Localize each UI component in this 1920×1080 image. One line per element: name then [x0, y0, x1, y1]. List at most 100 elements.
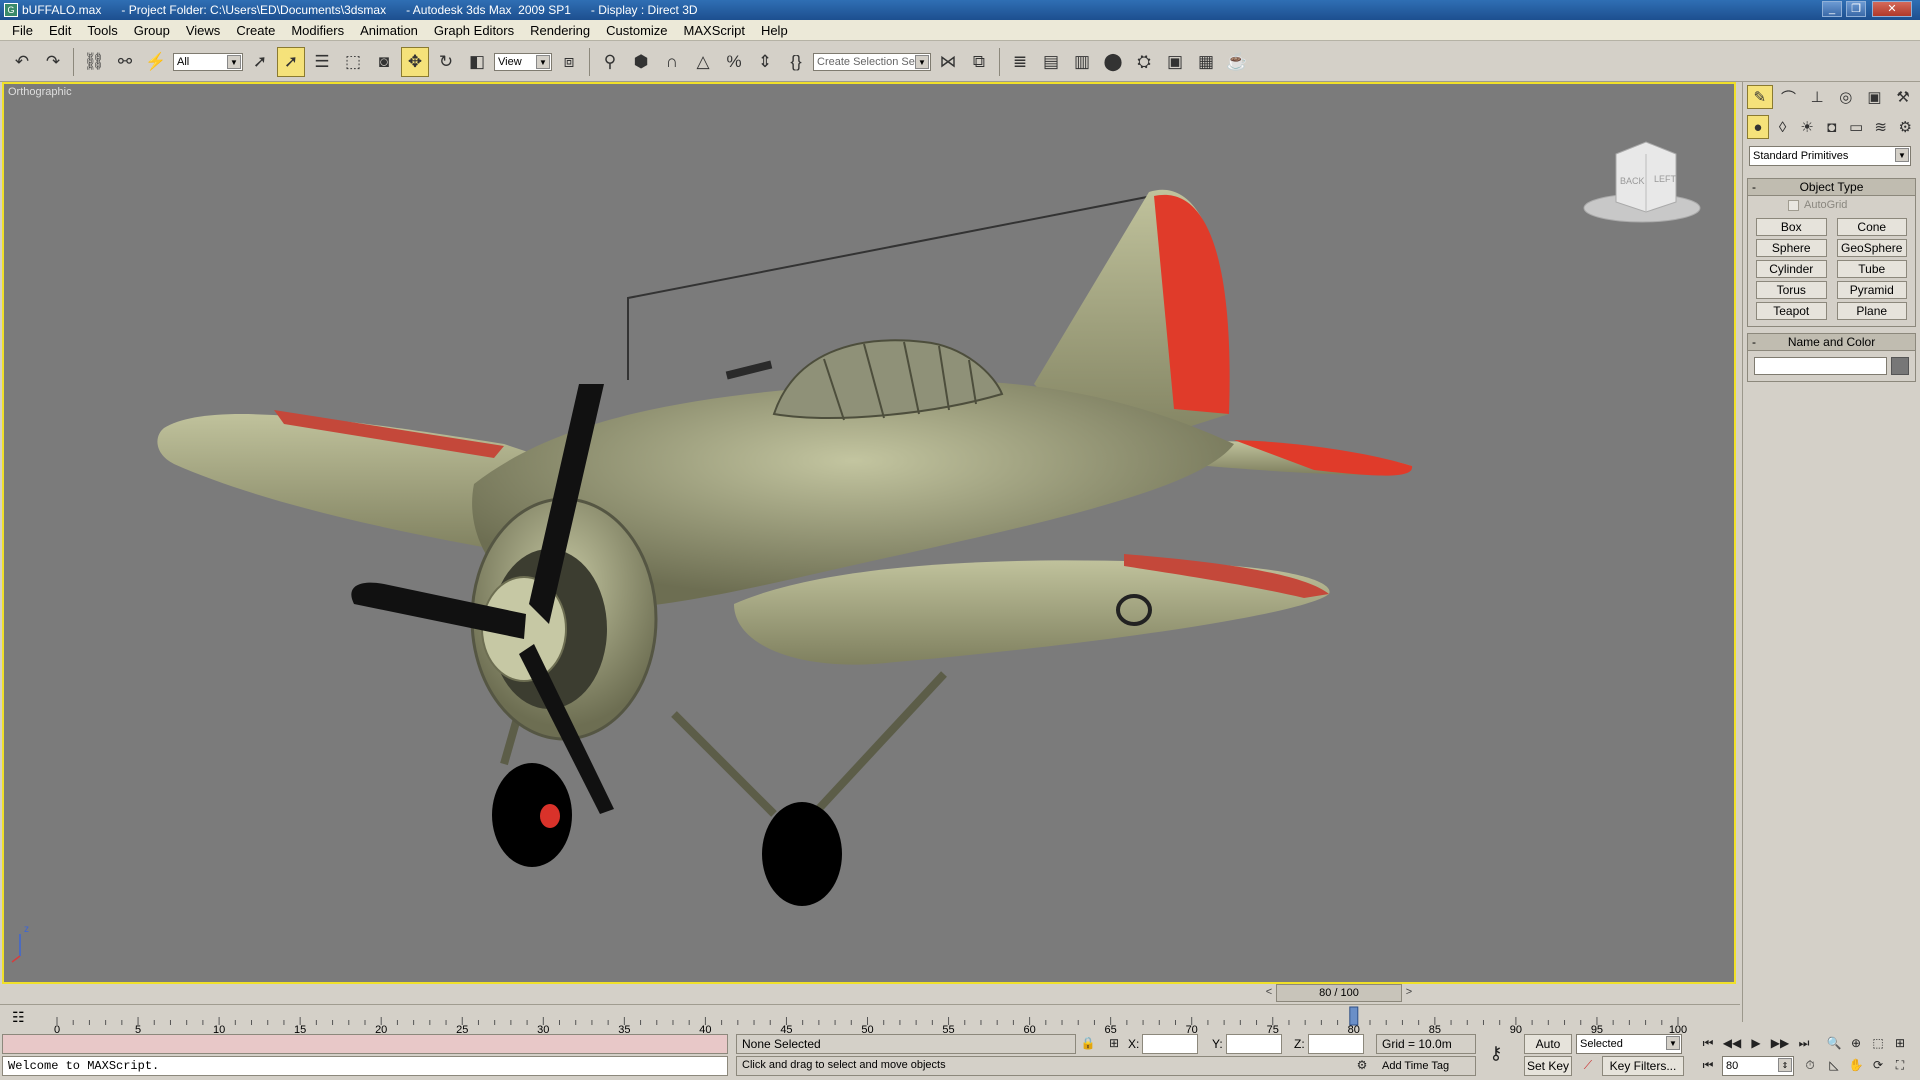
select-and-move-icon[interactable]: ✥ [401, 46, 429, 77]
name-and-color-header[interactable]: - Name and Color [1748, 334, 1915, 351]
previous-frame-icon[interactable]: ◀◀ [1722, 1034, 1742, 1054]
schematic-view-icon[interactable]: ▥ [1068, 47, 1096, 77]
select-and-scale-icon[interactable]: ◧ [463, 47, 491, 77]
plane-button[interactable]: Plane [1836, 302, 1907, 320]
align-icon[interactable]: ⧉ [965, 47, 993, 77]
named-selection-sets-dropdown[interactable]: Create Selection Set ▼ [813, 52, 931, 71]
primitive-category-dropdown[interactable]: Standard Primitives ▼ [1749, 146, 1911, 166]
motion-panel-icon[interactable]: ◎ [1833, 85, 1859, 109]
geometry-icon[interactable]: ● [1747, 115, 1769, 139]
field-of-view-icon[interactable]: ◺ [1824, 1056, 1844, 1076]
menu-create[interactable]: Create [228, 23, 283, 38]
menu-rendering[interactable]: Rendering [522, 23, 598, 38]
cylinder-button[interactable]: Cylinder [1756, 260, 1827, 278]
zoom-icon[interactable]: 🔍 [1824, 1034, 1844, 1054]
maxscript-mini-listener-input[interactable] [2, 1034, 728, 1054]
bind-to-space-warp-icon[interactable]: ⚡ [142, 47, 170, 77]
pyramid-button[interactable]: Pyramid [1836, 281, 1907, 299]
percent-snap-icon[interactable]: % [720, 47, 748, 77]
cone-button[interactable]: Cone [1836, 218, 1907, 236]
utilities-panel-icon[interactable]: ⚒ [1890, 85, 1916, 109]
time-slider[interactable]: 80 / 100 [1276, 984, 1402, 1002]
autogrid-checkbox-row[interactable]: AutoGrid [1748, 196, 1915, 214]
menu-customize[interactable]: Customize [598, 23, 675, 38]
go-to-end-icon[interactable]: ⏭ [1794, 1034, 1814, 1054]
render-teapot-icon[interactable]: ☕ [1223, 47, 1251, 77]
x-coordinate-field[interactable] [1142, 1034, 1198, 1054]
current-frame-marker[interactable] [1349, 1006, 1359, 1026]
modify-panel-icon[interactable]: ⌒ [1776, 85, 1802, 109]
absolute-transform-icon[interactable]: ⊞ [1104, 1034, 1124, 1054]
menu-help[interactable]: Help [753, 23, 796, 38]
key-mode-toggle-icon[interactable]: ⏮ [1698, 1056, 1718, 1076]
render-production-icon[interactable]: ▦ [1192, 47, 1220, 77]
layer-manager-icon[interactable]: ≣ [1006, 47, 1034, 77]
object-type-header[interactable]: - Object Type [1748, 179, 1915, 196]
curve-editor-icon[interactable]: ▤ [1037, 47, 1065, 77]
menu-graph-editors[interactable]: Graph Editors [426, 23, 522, 38]
track-bar[interactable]: ☷ 0 5 10 15 20 25 30 35 40 45 50 55 60 65 70 75 80 85 90 95… [0, 1004, 1740, 1035]
add-time-tag-button[interactable]: Add Time Tag [1382, 1060, 1449, 1072]
hierarchy-panel-icon[interactable]: ⊥ [1804, 85, 1830, 109]
shapes-icon[interactable]: ◊ [1772, 115, 1794, 139]
selection-filter-dropdown[interactable]: All ▼ [173, 52, 243, 71]
set-key-button[interactable]: Set Key [1524, 1056, 1572, 1076]
redo-icon[interactable]: ↷ [39, 47, 67, 77]
tube-button[interactable]: Tube [1836, 260, 1907, 278]
select-by-name-icon[interactable]: ➚ [277, 46, 305, 77]
reference-coordinate-dropdown[interactable]: View ▼ [494, 52, 552, 71]
pivot-center-icon[interactable]: ⧈ [555, 47, 583, 77]
select-object-icon[interactable]: ➚ [246, 47, 274, 77]
menu-group[interactable]: Group [126, 23, 178, 38]
geosphere-button[interactable]: GeoSphere [1836, 239, 1907, 257]
unlink-selection-icon[interactable]: ⚯ [111, 47, 139, 77]
rendered-frame-window-icon[interactable]: ▣ [1161, 47, 1189, 77]
z-coordinate-field[interactable] [1308, 1034, 1364, 1054]
maximize-viewport-icon[interactable]: ⛶ [1890, 1056, 1910, 1076]
cameras-icon[interactable]: ◘ [1821, 115, 1843, 139]
create-panel-icon[interactable]: ✎ [1747, 85, 1773, 109]
play-icon[interactable]: ▶ [1746, 1034, 1766, 1054]
select-from-scene-icon[interactable]: ☰ [308, 47, 336, 77]
material-editor-icon[interactable]: ⬤ [1099, 47, 1127, 77]
airplane-model[interactable] [157, 189, 1413, 906]
go-to-start-icon[interactable]: ⏮ [1698, 1034, 1718, 1054]
menu-tools[interactable]: Tools [79, 23, 125, 38]
next-frame-icon[interactable]: ▶▶ [1770, 1034, 1790, 1054]
current-frame-field[interactable]: 80 ⇕ [1722, 1056, 1794, 1076]
maxscript-mini-listener-output[interactable]: Welcome to MAXScript. [2, 1056, 728, 1076]
selection-lock-icon[interactable]: 🔒 [1078, 1034, 1098, 1054]
autogrid-checkbox[interactable] [1788, 199, 1799, 211]
sphere-button[interactable]: Sphere [1756, 239, 1827, 257]
select-and-link-icon[interactable]: ⛓ [80, 47, 108, 77]
menu-file[interactable]: File [4, 23, 41, 38]
viewcube[interactable]: BACK LEFT [1583, 141, 1701, 223]
zoom-all-icon[interactable]: ⊕ [1846, 1034, 1866, 1054]
rectangular-selection-icon[interactable]: ⬚ [339, 47, 367, 77]
object-name-input[interactable] [1754, 357, 1888, 375]
time-tag-icon[interactable]: ⚙ [1352, 1056, 1372, 1076]
systems-icon[interactable]: ⚙ [1894, 115, 1916, 139]
menu-views[interactable]: Views [178, 23, 228, 38]
minimize-icon[interactable]: _ [1822, 1, 1842, 17]
spinner-snap-icon[interactable]: ⇕ [751, 47, 779, 77]
display-panel-icon[interactable]: ▣ [1862, 85, 1888, 109]
default-in-out-tangent-icon[interactable]: ⟋ [1578, 1056, 1598, 1076]
object-color-swatch[interactable] [1891, 357, 1909, 375]
undo-icon[interactable]: ↶ [8, 47, 36, 77]
close-icon[interactable]: ✕ [1872, 1, 1912, 17]
y-coordinate-field[interactable] [1226, 1034, 1282, 1054]
torus-button[interactable]: Torus [1756, 281, 1827, 299]
space-warps-icon[interactable]: ≋ [1870, 115, 1892, 139]
snaps-toggle-icon[interactable]: ∩ [658, 47, 686, 77]
restore-icon[interactable]: ❐ [1846, 1, 1866, 17]
time-configuration-icon[interactable]: ⏱ [1800, 1056, 1820, 1076]
select-and-rotate-icon[interactable]: ↻ [432, 47, 460, 77]
render-setup-icon[interactable]: ⛭ [1130, 47, 1158, 77]
box-button[interactable]: Box [1756, 218, 1827, 236]
menu-animation[interactable]: Animation [352, 23, 426, 38]
orbit-icon[interactable]: ⟳ [1868, 1056, 1888, 1076]
menu-edit[interactable]: Edit [41, 23, 79, 38]
auto-key-button[interactable]: Auto Key [1524, 1034, 1572, 1069]
mirror-icon[interactable]: ⋈ [934, 47, 962, 77]
